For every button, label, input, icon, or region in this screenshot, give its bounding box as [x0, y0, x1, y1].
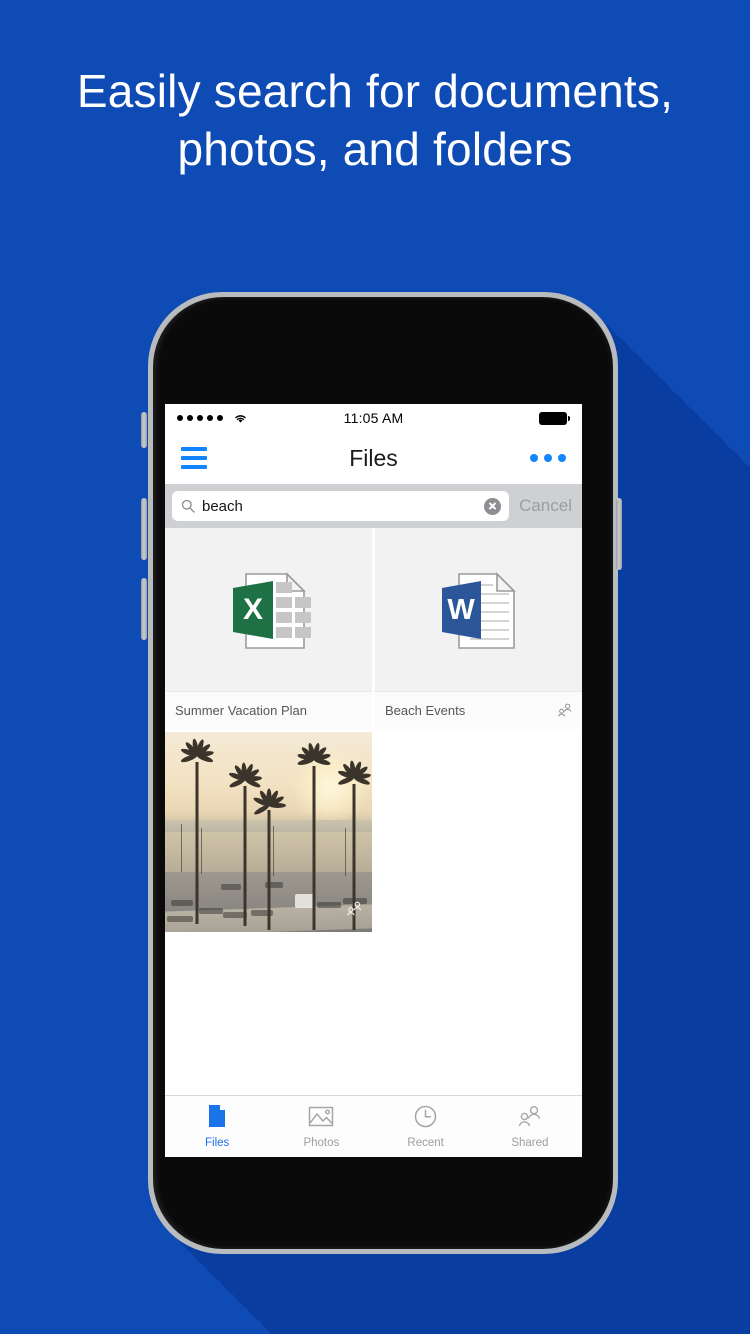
- palm-tree: [291, 742, 337, 930]
- headline-line-1: Easily search for documents,: [76, 65, 674, 117]
- photo-icon: [308, 1105, 334, 1133]
- svg-text:X: X: [242, 593, 262, 626]
- nav-title: Files: [349, 444, 398, 471]
- palm-trunk: [312, 766, 316, 930]
- search-input[interactable]: beach: [172, 491, 510, 521]
- promo-screenshot: Easily search for documents, photos, and…: [0, 0, 750, 1334]
- page-title: Easily search for documents, photos, and…: [0, 62, 750, 178]
- excel-file-icon: X: [165, 528, 372, 691]
- volume-down-button[interactable]: [141, 578, 147, 640]
- people-icon: [517, 1105, 542, 1133]
- list-item[interactable]: X Summer Vacation Plan: [165, 528, 372, 729]
- clock-icon: [414, 1105, 437, 1133]
- file-name: Beach Events: [385, 703, 466, 718]
- tab-shared[interactable]: Shared: [478, 1096, 582, 1157]
- headline-line-2: photos, and folders: [177, 123, 573, 175]
- palm-trunk: [195, 762, 199, 924]
- palm-tree: [249, 788, 289, 930]
- tab-recent[interactable]: Recent: [374, 1096, 478, 1157]
- file-name: Summer Vacation Plan: [175, 703, 307, 718]
- clear-text-icon[interactable]: [484, 497, 502, 515]
- list-item-label-row: Summer Vacation Plan: [165, 691, 372, 729]
- beach-photo-thumbnail: [165, 732, 372, 932]
- tab-label: Files: [204, 1137, 230, 1149]
- tab-label: Recent: [407, 1136, 444, 1149]
- shared-people-icon: [346, 901, 362, 922]
- navigation-bar: Files: [165, 432, 582, 484]
- palm-trunk: [267, 810, 271, 930]
- results-row-2: [165, 732, 582, 932]
- tab-bar: Files Photos Recent Shared: [165, 1095, 582, 1157]
- search-icon: [181, 499, 195, 513]
- shared-people-icon: [557, 703, 572, 718]
- list-item[interactable]: [165, 732, 372, 932]
- list-item-label-row: Beach Events: [375, 691, 582, 729]
- tab-photos[interactable]: Photos: [269, 1096, 373, 1157]
- palm-trunk: [243, 786, 247, 926]
- search-results-grid: X Summer Vacation Plan W Beach Events: [165, 528, 582, 1095]
- phone-screen: 11:05 AM Files beach Cancel X Summer Vac…: [165, 404, 582, 1157]
- results-row-1: X Summer Vacation Plan W Beach Events: [165, 528, 582, 729]
- volume-up-button[interactable]: [141, 498, 147, 560]
- more-options-icon[interactable]: [530, 454, 566, 462]
- palm-tree: [175, 738, 219, 924]
- list-item[interactable]: W Beach Events: [375, 528, 582, 729]
- tab-label: Photos: [303, 1136, 340, 1149]
- status-bar-clock: 11:05 AM: [343, 410, 404, 426]
- tab-label: Shared: [511, 1136, 549, 1149]
- power-button[interactable]: [616, 498, 622, 570]
- search-input-value: beach: [202, 497, 243, 515]
- status-bar: 11:05 AM: [165, 404, 582, 432]
- word-file-icon: W: [375, 528, 582, 691]
- search-bar: beach Cancel: [165, 484, 582, 528]
- cancel-button[interactable]: Cancel: [509, 496, 582, 516]
- tab-files[interactable]: Files: [165, 1096, 269, 1157]
- file-icon: [206, 1104, 228, 1133]
- svg-text:W: W: [447, 594, 475, 626]
- mute-switch[interactable]: [141, 412, 147, 448]
